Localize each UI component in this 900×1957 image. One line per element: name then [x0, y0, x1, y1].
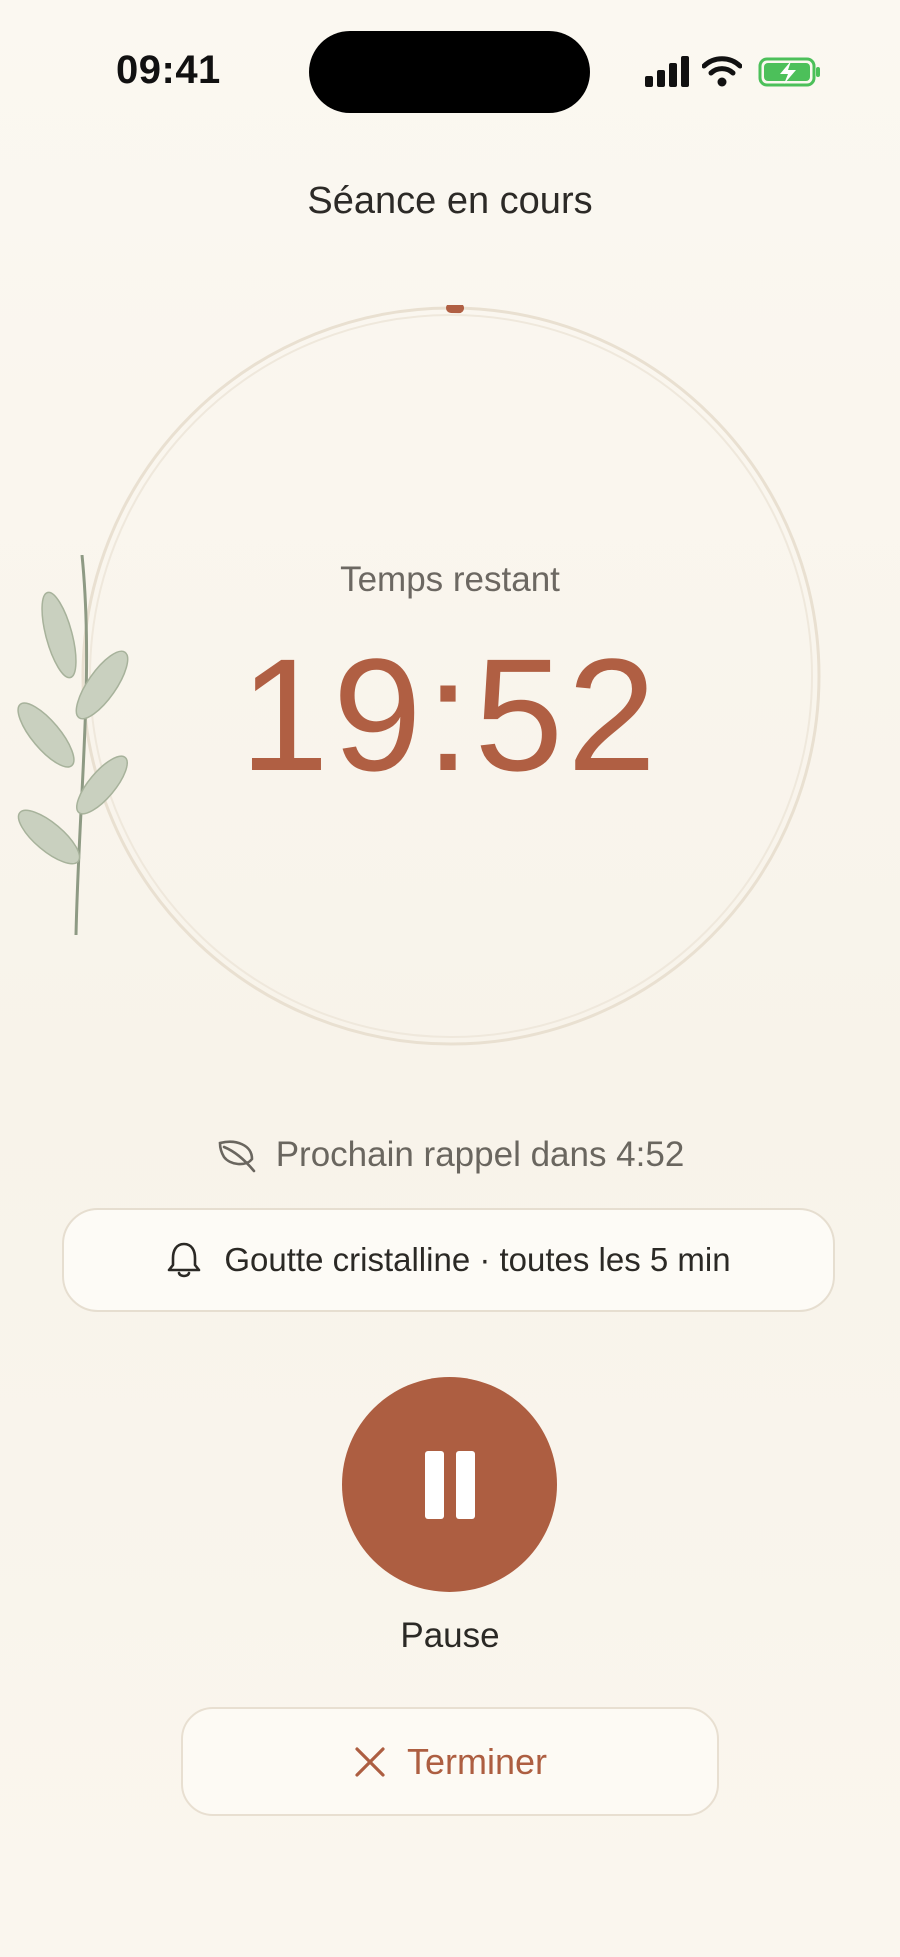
time-remaining-label: Temps restant [340, 560, 560, 599]
wifi-icon [702, 56, 742, 87]
close-icon [355, 1746, 385, 1777]
pause-icon [424, 1450, 444, 1519]
reminder-sound-text: Goutte cristalline · toutes les 5 min [224, 1241, 731, 1278]
battery-charging-icon [758, 57, 820, 87]
page-title: Séance en cours [307, 180, 593, 222]
dynamic-island [309, 31, 590, 113]
pause-icon [455, 1450, 475, 1519]
reminder-sound-pill[interactable]: Goutte cristalline · toutes les 5 min [62, 1208, 835, 1312]
end-session-button[interactable]: Terminer [181, 1707, 719, 1816]
next-reminder: Prochain rappel dans 4:52 [0, 1135, 900, 1175]
bell-icon [168, 1242, 201, 1278]
leaf-icon [218, 1140, 255, 1173]
pause-button[interactable] [342, 1377, 557, 1592]
pause-label: Pause [400, 1616, 500, 1655]
end-session-label: Terminer [406, 1740, 548, 1782]
time-remaining-value: 19:52 [239, 625, 661, 804]
status-bar: 09:41 [0, 0, 900, 140]
cellular-signal-icon [645, 56, 689, 87]
next-reminder-text: Prochain rappel dans 4:52 [275, 1135, 685, 1174]
status-time: 09:41 [116, 48, 221, 92]
